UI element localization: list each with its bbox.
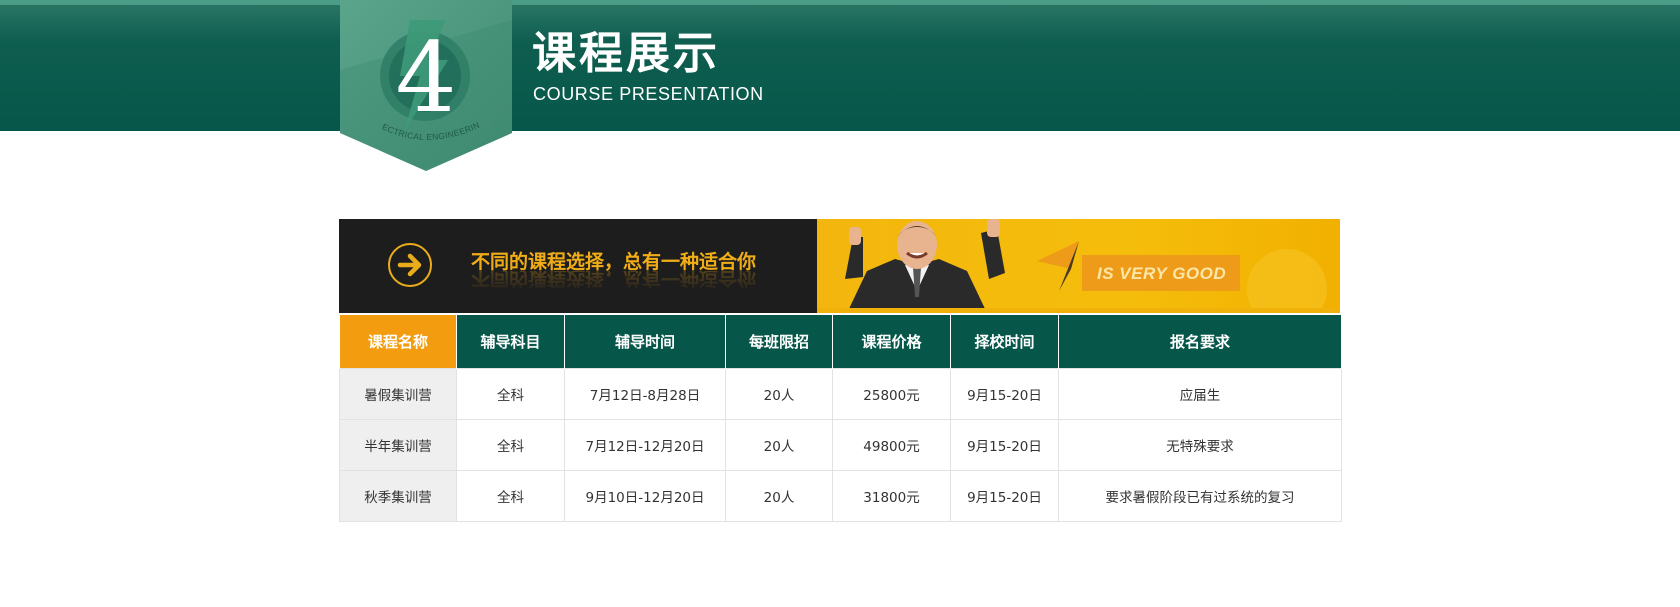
arrow-right-icon bbox=[388, 243, 432, 287]
promo-banner-right: IS VERY GOOD bbox=[817, 219, 1340, 313]
section-badge: 4 ELECTRICAL ENGINEERING bbox=[340, 0, 512, 171]
header-school-choice: 择校时间 bbox=[950, 315, 1059, 369]
badge-number: 4 bbox=[395, 22, 456, 134]
cell-course-name: 暑假集训营 bbox=[339, 368, 457, 420]
cell-requirements: 要求暑假阶段已有过系统的复习 bbox=[1058, 470, 1342, 522]
cell-price: 25800元 bbox=[832, 368, 951, 420]
cell-time: 7月12日-12月20日 bbox=[564, 419, 726, 471]
cell-subject: 全科 bbox=[456, 470, 565, 522]
cell-course-name: 半年集训营 bbox=[339, 419, 457, 471]
cell-school-choice: 9月15-20日 bbox=[950, 419, 1059, 471]
cell-time: 7月12日-8月28日 bbox=[564, 368, 726, 420]
cell-subject: 全科 bbox=[456, 368, 565, 420]
cell-requirements: 无特殊要求 bbox=[1058, 419, 1342, 471]
cell-course-name: 秋季集训营 bbox=[339, 470, 457, 522]
cell-class-size: 20人 bbox=[725, 368, 833, 420]
cell-subject: 全科 bbox=[456, 419, 565, 471]
course-table: 课程名称 辅导科目 辅导时间 每班限招 课程价格 择校时间 报名要求 暑假集训营… bbox=[339, 315, 1342, 522]
promo-banner: 不同的课程选择，总有一种适合你 不同的课程选择，总有一种适合你 IS VERY … bbox=[339, 219, 1340, 313]
header-requirements: 报名要求 bbox=[1058, 315, 1342, 369]
table-row: 半年集训营 全科 7月12日-12月20日 20人 49800元 9月15-20… bbox=[339, 419, 1342, 471]
promo-banner-left: 不同的课程选择，总有一种适合你 不同的课程选择，总有一种适合你 bbox=[339, 219, 817, 313]
cell-time: 9月10日-12月20日 bbox=[564, 470, 726, 522]
section-header: 4 ELECTRICAL ENGINEERING 课程展示 COURSE PRE… bbox=[0, 0, 1680, 171]
cell-school-choice: 9月15-20日 bbox=[950, 470, 1059, 522]
promo-text-reflection: 不同的课程选择，总有一种适合你 bbox=[471, 271, 757, 289]
header-class-size: 每班限招 bbox=[725, 315, 833, 369]
header-course-name: 课程名称 bbox=[339, 315, 457, 369]
cell-requirements: 应届生 bbox=[1058, 368, 1342, 420]
cell-price: 31800元 bbox=[832, 470, 951, 522]
header-subject: 辅导科目 bbox=[456, 315, 565, 369]
businessman-photo bbox=[845, 219, 1327, 313]
cell-price: 49800元 bbox=[832, 419, 951, 471]
table-header-row: 课程名称 辅导科目 辅导时间 每班限招 课程价格 择校时间 报名要求 bbox=[339, 315, 1342, 369]
cell-school-choice: 9月15-20日 bbox=[950, 368, 1059, 420]
header-time: 辅导时间 bbox=[564, 315, 726, 369]
table-row: 暑假集训营 全科 7月12日-8月28日 20人 25800元 9月15-20日… bbox=[339, 368, 1342, 420]
cell-class-size: 20人 bbox=[725, 470, 833, 522]
tagline: IS VERY GOOD bbox=[1097, 264, 1227, 283]
section-title: 课程展示 bbox=[532, 28, 720, 79]
table-row: 秋季集训营 全科 9月10日-12月20日 20人 31800元 9月15-20… bbox=[339, 470, 1342, 522]
cell-class-size: 20人 bbox=[725, 419, 833, 471]
header-price: 课程价格 bbox=[832, 315, 951, 369]
section-subtitle: COURSE PRESENTATION bbox=[533, 84, 764, 104]
promo-text: 不同的课程选择，总有一种适合你 bbox=[471, 251, 757, 273]
